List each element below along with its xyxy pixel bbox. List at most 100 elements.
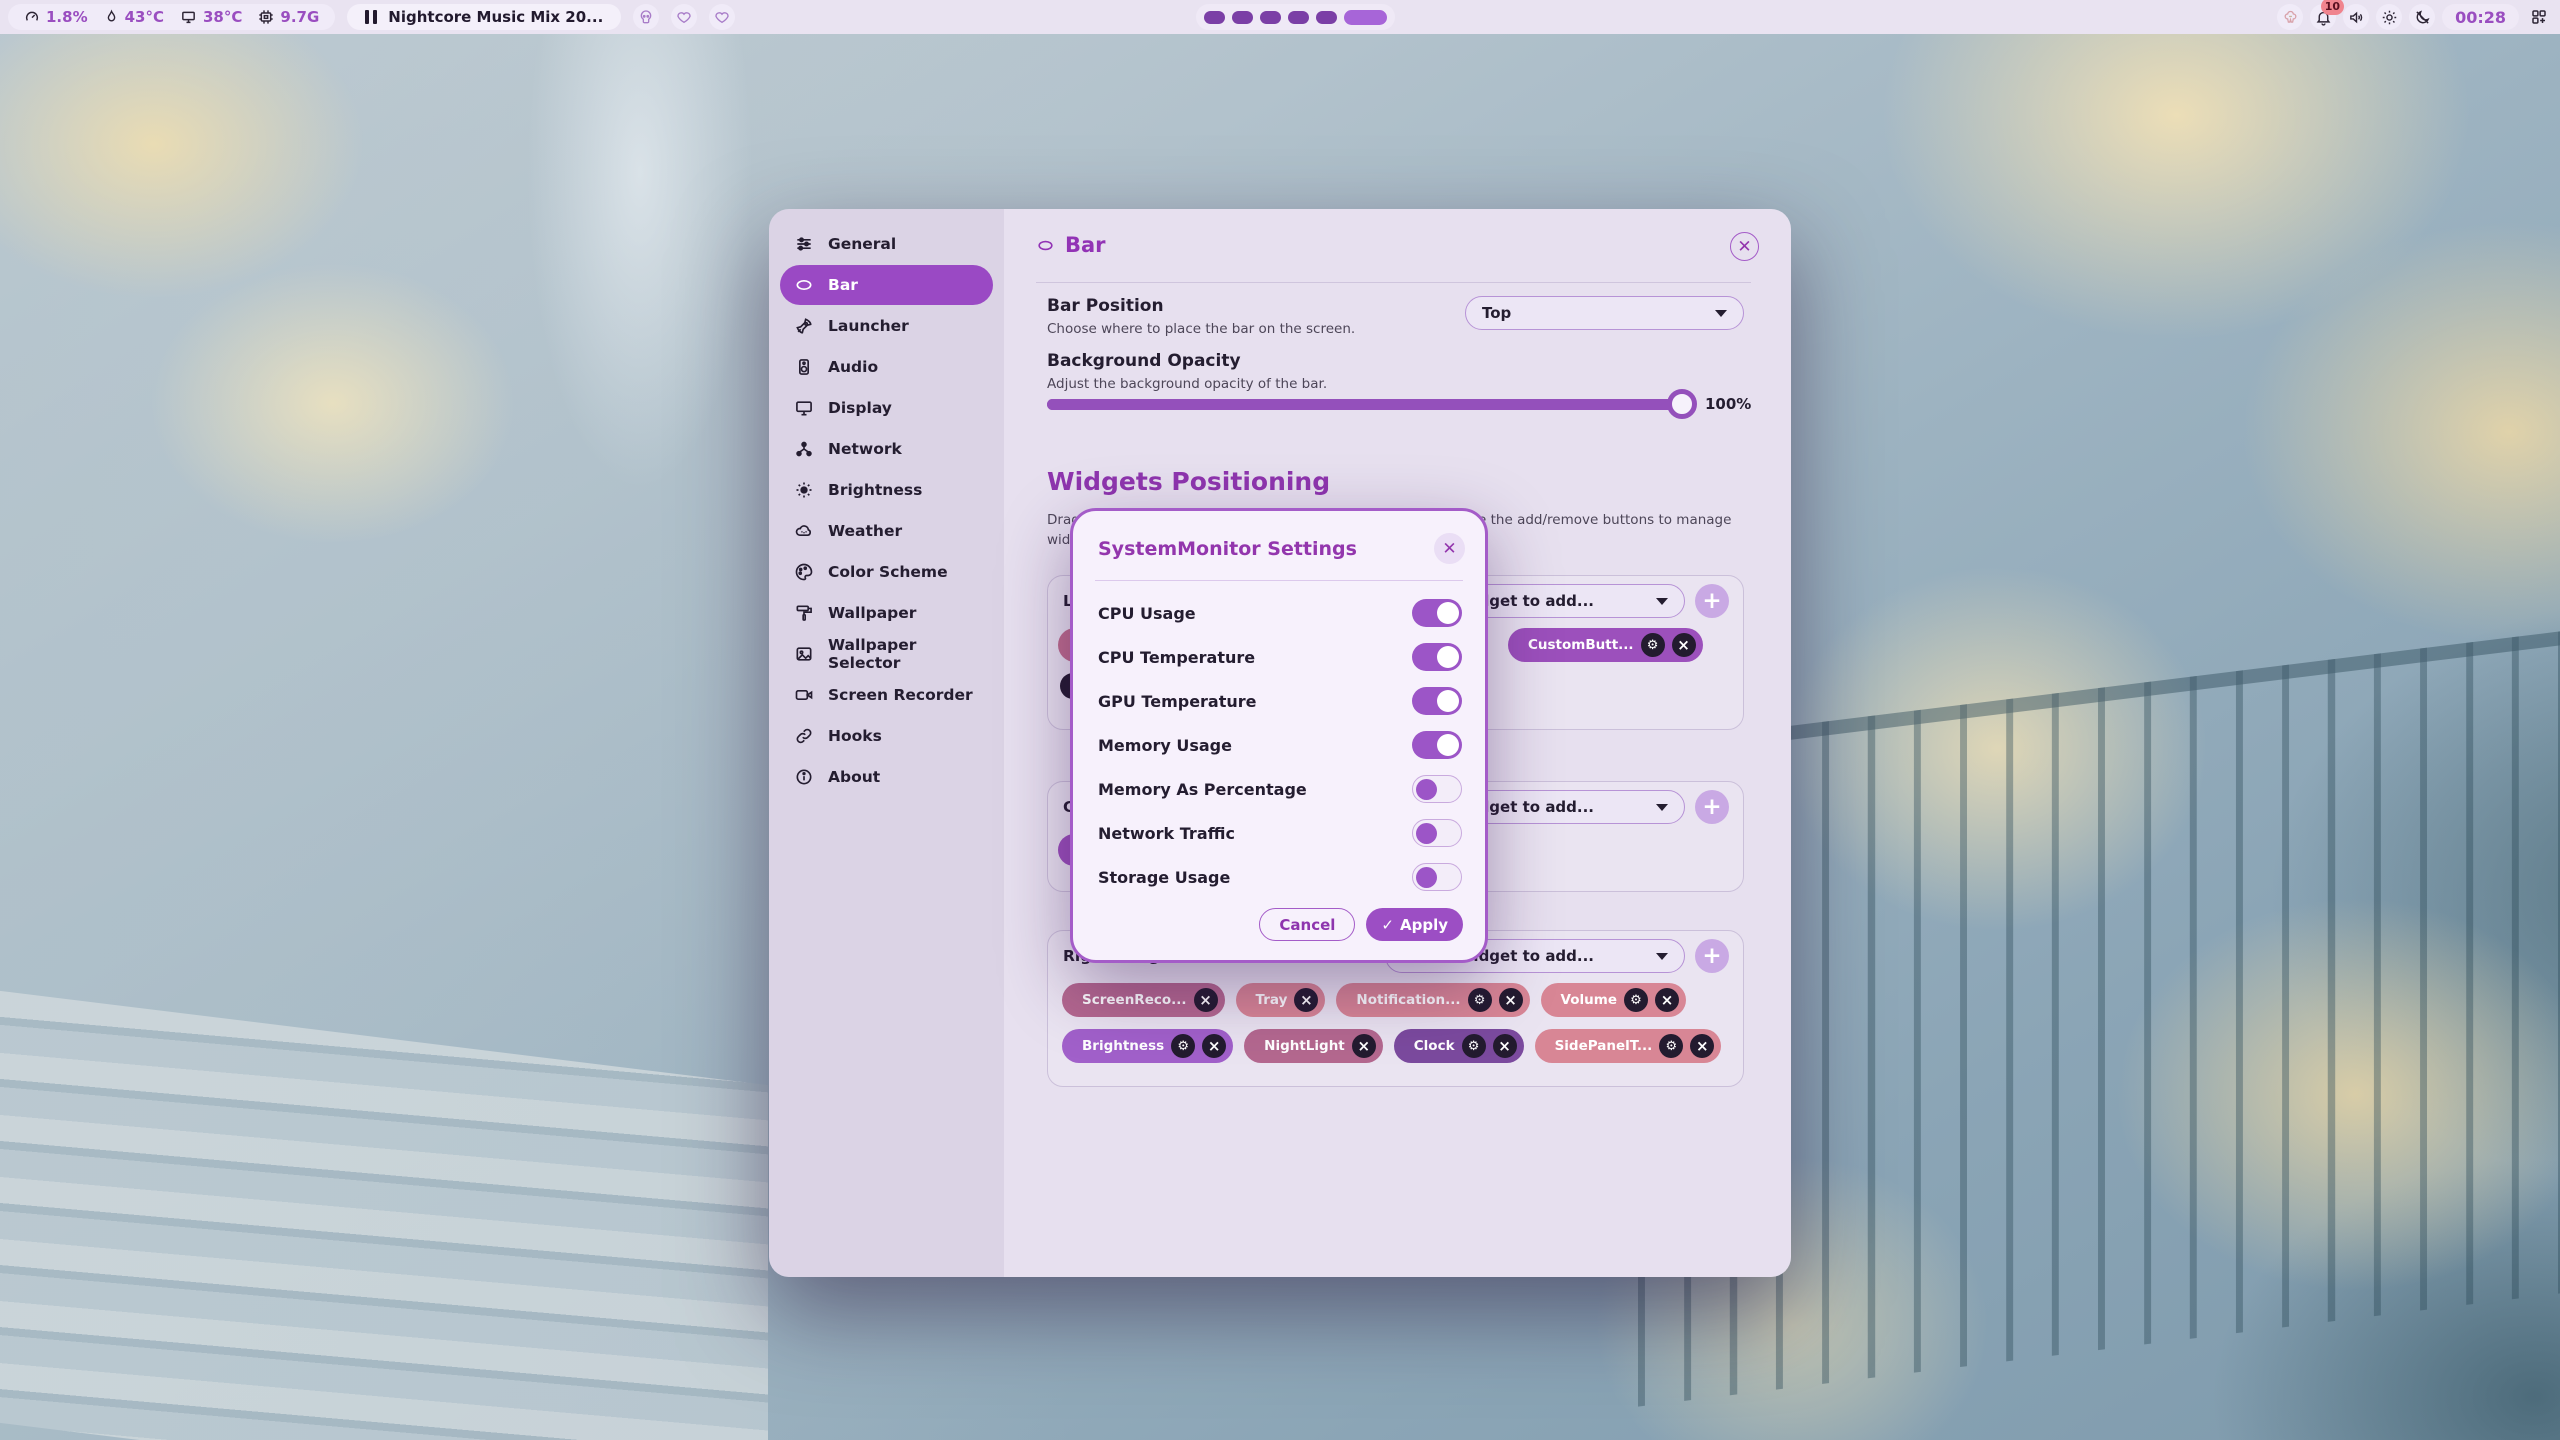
- sidebar-item-brightness[interactable]: Brightness: [780, 470, 993, 510]
- distro-logo-button[interactable]: [2277, 4, 2303, 30]
- opacity-slider-track[interactable]: [1047, 399, 1693, 410]
- workspace-dot[interactable]: [1232, 11, 1253, 24]
- skull-button[interactable]: [633, 4, 659, 30]
- widget-chip[interactable]: Volume ⚙ ×: [1541, 983, 1686, 1017]
- sidebar-item-label: General: [828, 235, 896, 253]
- rocket-icon: [794, 316, 814, 336]
- info-icon: [794, 767, 814, 787]
- check-icon: ✓: [1381, 916, 1394, 934]
- sidebar-item-network[interactable]: Network: [780, 429, 993, 469]
- volume-button[interactable]: [2343, 4, 2369, 30]
- plus-icon: +: [1702, 943, 1721, 969]
- workspace-dot[interactable]: [1260, 11, 1281, 24]
- heart-button[interactable]: [671, 4, 697, 30]
- media-title: Nightcore Music Mix 20...: [388, 8, 603, 26]
- sun-icon: [794, 480, 814, 500]
- sidebar-item-label: Network: [828, 440, 902, 458]
- sidebar-item-label: Weather: [828, 522, 902, 540]
- widget-chip-label: Notification...: [1356, 992, 1460, 1008]
- widget-chip[interactable]: SidePanelT... ⚙ ×: [1535, 1029, 1722, 1063]
- toggle-memory-usage[interactable]: [1412, 731, 1462, 759]
- toggle-cpu-temperature[interactable]: [1412, 643, 1462, 671]
- add-widget-button[interactable]: +: [1695, 584, 1729, 618]
- cancel-button[interactable]: Cancel: [1259, 908, 1355, 941]
- widget-chip[interactable]: Clock ⚙ ×: [1394, 1029, 1524, 1063]
- toggle-storage-usage[interactable]: [1412, 863, 1462, 891]
- gear-icon[interactable]: ⚙: [1659, 1034, 1683, 1058]
- opacity-slider-thumb[interactable]: [1667, 389, 1697, 419]
- sidebar-item-bar[interactable]: Bar: [780, 265, 993, 305]
- sidebar-item-launcher[interactable]: Launcher: [780, 306, 993, 346]
- remove-icon[interactable]: ×: [1493, 1034, 1517, 1058]
- toggle-network-traffic[interactable]: [1412, 819, 1462, 847]
- sidebar-item-weather[interactable]: Weather: [780, 511, 993, 551]
- sidebar-item-screen-recorder[interactable]: Screen Recorder: [780, 675, 993, 715]
- toggle-label: CPU Temperature: [1098, 648, 1255, 667]
- apply-button[interactable]: ✓Apply: [1366, 908, 1463, 941]
- remove-icon[interactable]: ×: [1499, 988, 1523, 1012]
- bar-position-dropdown[interactable]: Top: [1465, 296, 1744, 330]
- notifications-button[interactable]: 10: [2310, 4, 2336, 30]
- sidebar-item-label: About: [828, 768, 880, 786]
- add-widget-button[interactable]: +: [1695, 939, 1729, 973]
- add-widget-button[interactable]: +: [1695, 790, 1729, 824]
- remove-icon[interactable]: ×: [1194, 988, 1218, 1012]
- toggle-memory-as-percentage[interactable]: [1412, 775, 1462, 803]
- workspace-dot[interactable]: [1316, 11, 1337, 24]
- workspace-dot[interactable]: [1204, 11, 1225, 24]
- sidebar-item-label: Brightness: [828, 481, 922, 499]
- background-opacity-label: Background Opacity: [1047, 351, 1327, 371]
- sidebar-item-display[interactable]: Display: [780, 388, 993, 428]
- workspace-active-pill[interactable]: [1344, 10, 1387, 25]
- night-light-button[interactable]: [2409, 4, 2435, 30]
- clock-pill[interactable]: 00:28: [2442, 4, 2519, 30]
- memory-stat: 9.7G: [258, 8, 319, 26]
- toggle-gpu-temperature[interactable]: [1412, 687, 1462, 715]
- toggle-row: CPU Temperature: [1098, 635, 1462, 679]
- sidebar-item-hooks[interactable]: Hooks: [780, 716, 993, 756]
- remove-icon[interactable]: ×: [1655, 988, 1679, 1012]
- window-close-button[interactable]: ✕: [1730, 232, 1759, 261]
- gear-icon[interactable]: ⚙: [1462, 1034, 1486, 1058]
- sun-icon: [2381, 9, 2398, 26]
- gpu-icon: [180, 9, 197, 25]
- toggle-cpu-usage[interactable]: [1412, 599, 1462, 627]
- gear-icon[interactable]: ⚙: [1171, 1034, 1195, 1058]
- widget-chip[interactable]: Tray ×: [1236, 983, 1326, 1017]
- toggle-label: Network Traffic: [1098, 824, 1235, 843]
- widget-chip[interactable]: Brightness ⚙ ×: [1062, 1029, 1233, 1063]
- heart-button[interactable]: [709, 4, 735, 30]
- widget-chip[interactable]: CustomButt... ⚙ ×: [1508, 628, 1703, 662]
- toggle-label: Memory As Percentage: [1098, 780, 1307, 799]
- gear-icon[interactable]: ⚙: [1468, 988, 1492, 1012]
- sidebar-item-label: Audio: [828, 358, 878, 376]
- remove-icon[interactable]: ×: [1202, 1034, 1226, 1058]
- dashboard-button[interactable]: [2526, 4, 2552, 30]
- widget-chip[interactable]: ScreenReco... ×: [1062, 983, 1225, 1017]
- sidebar-item-audio[interactable]: Audio: [780, 347, 993, 387]
- plus-icon: +: [1702, 588, 1721, 614]
- remove-icon[interactable]: ×: [1690, 1034, 1714, 1058]
- system-stats-pill: 1.8% 43°C 38°C 9.7G: [8, 4, 335, 30]
- remove-icon[interactable]: ×: [1294, 988, 1318, 1012]
- gear-icon[interactable]: ⚙: [1641, 633, 1665, 657]
- gpu-temp-stat: 38°C: [180, 8, 242, 26]
- remove-icon[interactable]: ×: [1672, 633, 1696, 657]
- brightness-button[interactable]: [2376, 4, 2402, 30]
- dialog-close-button[interactable]: ✕: [1434, 533, 1465, 564]
- sidebar-item-color-scheme[interactable]: Color Scheme: [780, 552, 993, 592]
- workspace-dot[interactable]: [1288, 11, 1309, 24]
- remove-icon[interactable]: ×: [1352, 1034, 1376, 1058]
- sidebar-item-wallpaper[interactable]: Wallpaper: [780, 593, 993, 633]
- palette-icon: [794, 562, 814, 582]
- sidebar-item-wallpaper-selector[interactable]: Wallpaper Selector: [780, 634, 993, 674]
- widget-chip[interactable]: NightLight ×: [1244, 1029, 1383, 1063]
- toggle-row: GPU Temperature: [1098, 679, 1462, 723]
- widget-chip[interactable]: Notification... ⚙ ×: [1336, 983, 1529, 1017]
- widget-chip-label: NightLight: [1264, 1038, 1345, 1054]
- gear-icon[interactable]: ⚙: [1624, 988, 1648, 1012]
- media-player-pill[interactable]: Nightcore Music Mix 20...: [347, 4, 621, 30]
- sidebar-item-general[interactable]: General: [780, 224, 993, 264]
- workspace-switcher[interactable]: [1196, 4, 1395, 30]
- sidebar-item-about[interactable]: About: [780, 757, 993, 797]
